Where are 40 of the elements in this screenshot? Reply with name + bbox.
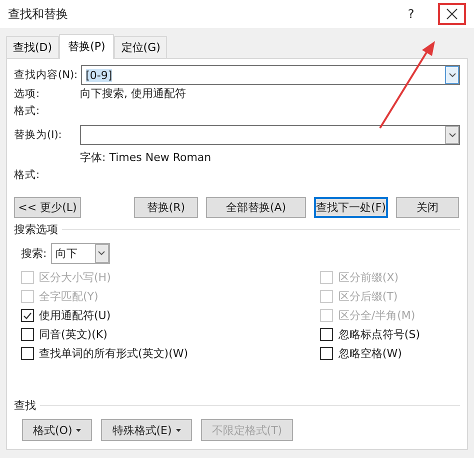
check-icon — [23, 312, 32, 320]
field-label: 搜索: — [21, 246, 47, 261]
checkbox-option[interactable]: 忽略空格(W) — [320, 344, 420, 363]
checkbox-option[interactable]: 使用通配符(U) — [21, 306, 188, 325]
dialog-button[interactable]: 替换(R) — [134, 197, 198, 218]
options-value: 向下搜索, 使用通配符 — [80, 86, 186, 101]
group-title: 查找 — [14, 398, 36, 413]
find-field[interactable]: [0-9] — [80, 65, 460, 85]
tab[interactable]: 替换(P) — [59, 34, 114, 59]
close-button[interactable] — [438, 3, 466, 25]
field-label: 格式: — [14, 104, 41, 118]
dialog-button[interactable]: 关闭 — [396, 197, 459, 218]
field-label: 查找内容(N): — [14, 68, 79, 82]
caret-icon — [176, 428, 181, 432]
tab[interactable]: 查找(D) — [6, 36, 60, 58]
dropdown-button[interactable] — [445, 66, 459, 84]
format-button[interactable]: 格式(O) — [22, 419, 92, 441]
group-title: 搜索选项 — [14, 222, 58, 237]
dialog-button[interactable]: 全部替换(A) — [206, 197, 306, 218]
checkbox-option[interactable]: 忽略标点符号(S) — [320, 325, 420, 344]
direction-select[interactable]: 向下 — [50, 243, 110, 264]
checkbox-option[interactable]: 同音(英文)(K) — [21, 325, 188, 344]
help-button[interactable]: ? — [396, 7, 426, 21]
replace-field[interactable] — [80, 125, 460, 145]
dialog-button[interactable]: 查找下一处(F) — [314, 197, 388, 218]
dialog-button[interactable]: << 更少(L) — [14, 197, 81, 218]
tab[interactable]: 定位(G) — [114, 36, 168, 58]
window-title: 查找和替换 — [8, 6, 69, 22]
field-label: 替换为(I): — [14, 128, 63, 142]
dropdown-button[interactable] — [445, 126, 459, 144]
caret-icon — [98, 251, 106, 256]
field-label: 格式: — [14, 168, 41, 182]
checkbox-option[interactable]: 查找单词的所有形式(英文)(W) — [21, 344, 188, 363]
close-icon — [446, 8, 458, 20]
caret-icon — [76, 428, 82, 432]
caret-icon — [448, 132, 456, 138]
field-label: 选项: — [14, 86, 41, 100]
caret-icon — [448, 72, 456, 78]
format-value: 字体: Times New Roman — [80, 150, 212, 165]
format-button[interactable]: 特殊格式(E) — [101, 419, 192, 441]
